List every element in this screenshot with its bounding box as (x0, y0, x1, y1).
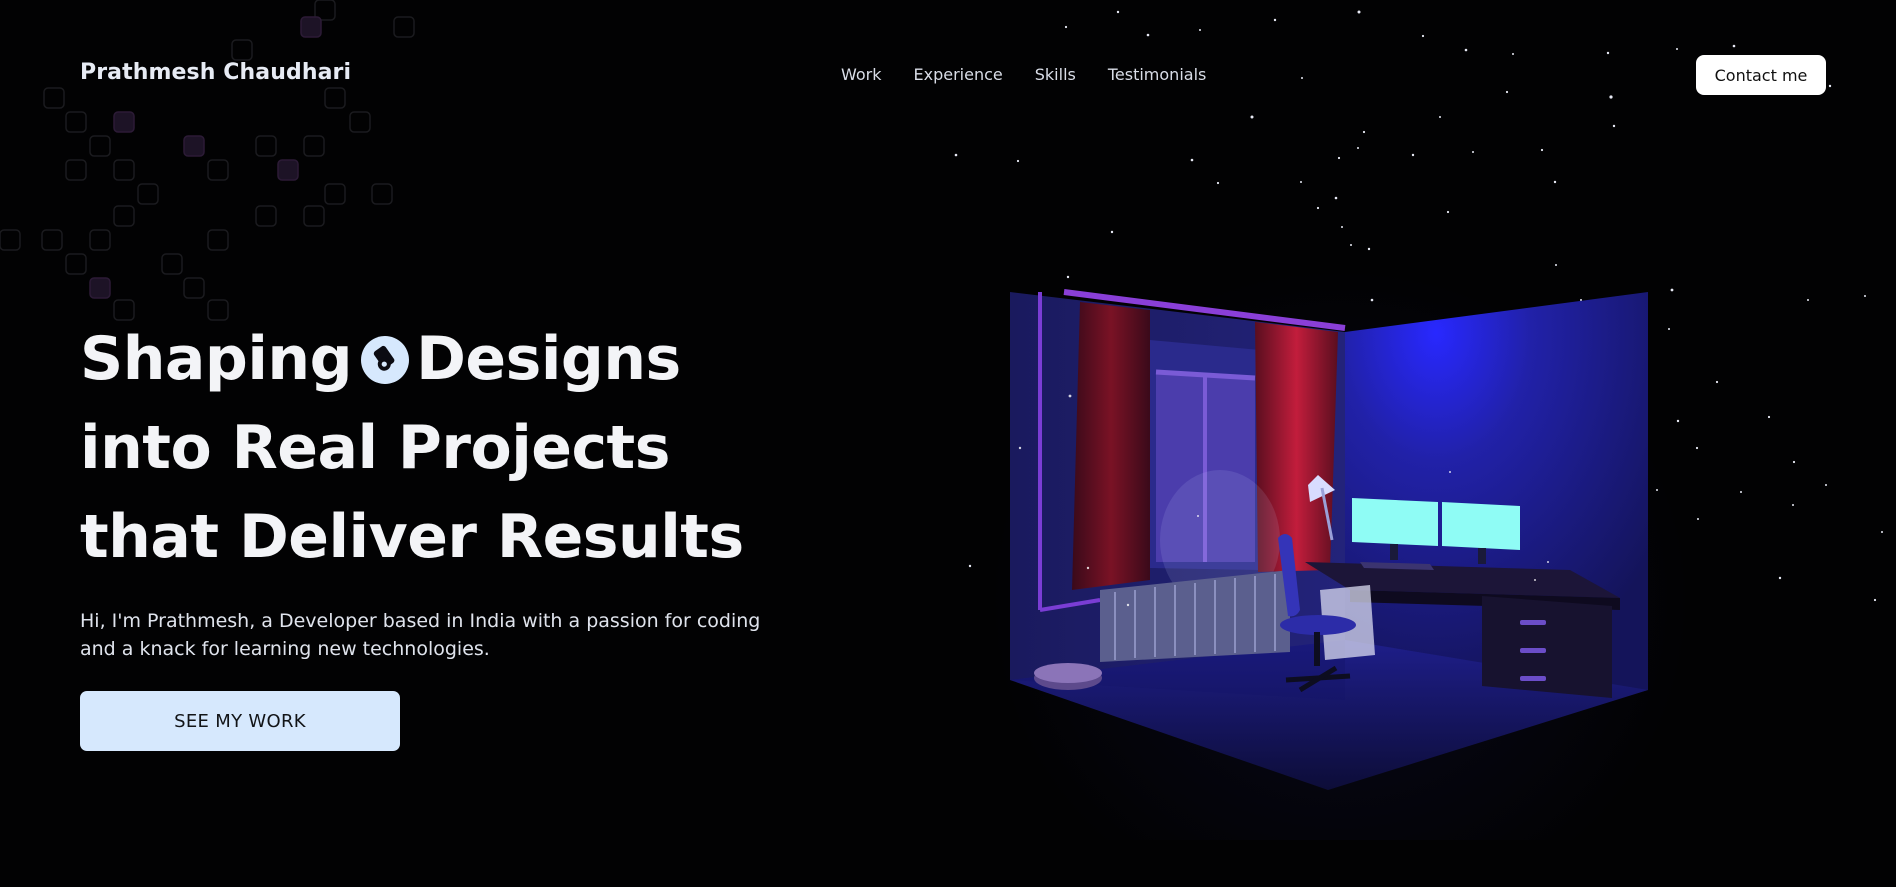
nav-link-experience[interactable]: Experience (914, 65, 1003, 84)
room-illustration (1010, 289, 1648, 790)
contact-me-button[interactable]: Contact me (1696, 55, 1826, 95)
headline-word-shaping: Shaping (80, 324, 353, 394)
main-nav: Work Experience Skills Testimonials (841, 65, 1206, 84)
pen-tool-icon (361, 336, 410, 384)
site-header: Prathmesh Chaudhari Work Experience Skil… (0, 0, 1896, 150)
hero-headline: Shaping Designs into Real Projects that … (80, 315, 744, 582)
brand-name[interactable]: Prathmesh Chaudhari (80, 60, 351, 85)
headline-line-2: into Real Projects (80, 413, 670, 483)
headline-line-1: Shaping Designs (80, 315, 744, 404)
hero-intro-text: Hi, I'm Prathmesh, a Developer based in … (80, 610, 761, 660)
nav-link-skills[interactable]: Skills (1035, 65, 1076, 84)
headline-word-designs: Designs (416, 324, 681, 394)
see-my-work-button[interactable]: SEE MY WORK (80, 691, 400, 751)
nav-link-work[interactable]: Work (841, 65, 882, 84)
hero-section: Shaping Designs into Real Projects that … (80, 315, 744, 582)
nav-link-testimonials[interactable]: Testimonials (1108, 65, 1207, 84)
headline-line-3: that Deliver Results (80, 502, 744, 572)
